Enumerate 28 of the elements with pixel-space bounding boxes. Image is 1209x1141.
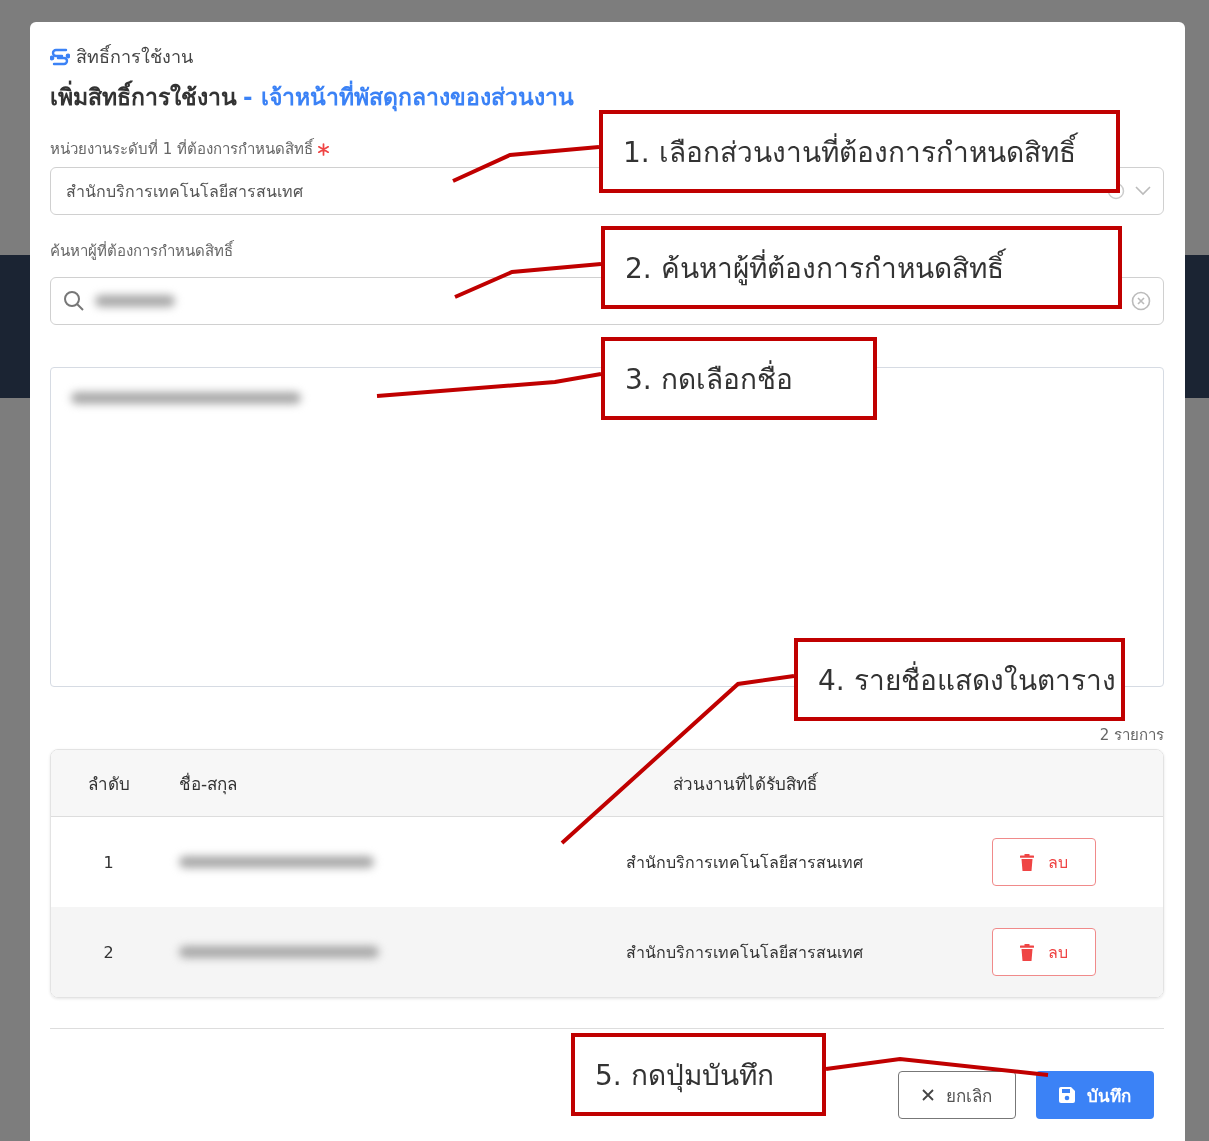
table-cell-text: 1: [102, 852, 115, 872]
trash-icon: [1020, 853, 1034, 871]
column-header: ชื่อ-สกุล: [178, 771, 239, 797]
table-cell-text: สำนักบริการเทคโนโลยีสารสนเทศ: [625, 941, 864, 964]
modal-subtitle: - เจ้าหน้าที่พัสดุกลางของส่วนงาน: [243, 79, 574, 115]
record-count: 2 รายการ: [1099, 725, 1164, 746]
chevron-down-icon: [1135, 186, 1151, 196]
callout-box: 1. เลือกส่วนงานที่ต้องการกำหนดสิทธิ์: [599, 110, 1120, 193]
modal-title: เพิ่มสิทธิ์การใช้งาน: [50, 79, 237, 115]
delete-button[interactable]: ลบ: [992, 928, 1096, 976]
close-icon: [922, 1089, 934, 1101]
field-label: ค้นหาผู้ที่ต้องการกำหนดสิทธิ์: [50, 239, 233, 262]
save-button[interactable]: บันทึก: [1036, 1071, 1154, 1119]
table-cell-text: สำนักบริการเทคโนโลยีสารสนเทศ: [625, 851, 864, 874]
search-icon: [63, 290, 85, 312]
column-header: ลำดับ: [86, 772, 131, 796]
swap-arrows-icon: [50, 46, 70, 67]
callout-box: 5. กดปุ่มบันทึก: [571, 1033, 826, 1116]
column-header: ส่วนงานที่ได้รับสิทธิ์: [671, 771, 819, 796]
delete-button[interactable]: ลบ: [992, 838, 1096, 886]
breadcrumb-text: สิทธิ์การใช้งาน: [76, 43, 193, 69]
cancel-button[interactable]: ยกเลิก: [898, 1071, 1016, 1119]
field-label: หน่วยงานระดับที่ 1 ที่ต้องการกำหนดสิทธิ์: [50, 137, 314, 160]
table-cell-text: 2: [102, 942, 115, 962]
trash-icon: [1020, 943, 1034, 961]
callout-box: 4. รายชื่อแสดงในตาราง: [794, 638, 1125, 721]
callout-box: 2. ค้นหาผู้ที่ต้องการกำหนดสิทธิ์: [601, 226, 1122, 309]
callout-box: 3. กดเลือกชื่อ: [601, 337, 877, 420]
